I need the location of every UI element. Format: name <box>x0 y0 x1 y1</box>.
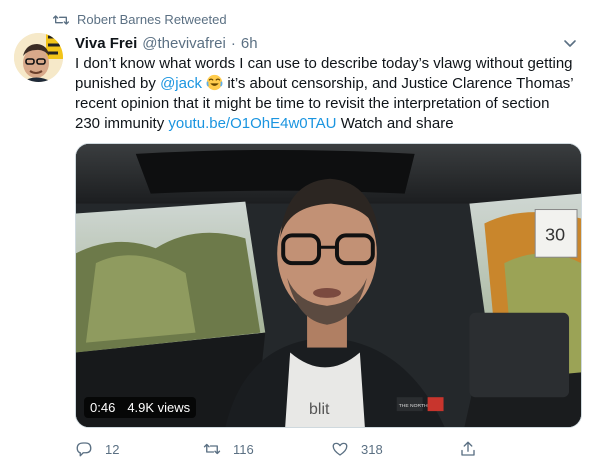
video-player[interactable]: 30 blit THE NORTH FACE 0:46 4.9K views <box>75 143 582 428</box>
chevron-down-icon[interactable] <box>562 35 578 51</box>
avatar-image <box>14 33 63 82</box>
video-thumbnail: 30 blit THE NORTH FACE <box>76 144 581 427</box>
tweet-line: punished by @jack it’s about censorship,… <box>75 74 587 94</box>
tweet-text-segment: 230 immunity <box>75 115 169 132</box>
share-button[interactable] <box>459 440 477 458</box>
retweet-icon <box>53 14 69 25</box>
separator-dot: · <box>230 34 236 52</box>
tweet-header: Viva Frei @thevivafrei · 6h <box>75 33 582 53</box>
reply-count: 12 <box>105 441 120 457</box>
video-views: 4.9K views <box>127 400 191 415</box>
heart-icon <box>332 442 348 456</box>
youtube-link[interactable]: youtu.be/O1OhE4w0TAU <box>168 115 336 132</box>
tweet-line: 230 immunity youtu.be/O1OhE4w0TAU Watch … <box>75 114 587 134</box>
like-button[interactable]: 318 <box>331 440 383 458</box>
retweet-icon <box>203 443 221 455</box>
retweet-button[interactable]: 116 <box>203 440 254 458</box>
tweet-text: I don’t know what words I can use to des… <box>75 54 587 134</box>
reply-button[interactable]: 12 <box>75 440 119 458</box>
author-name[interactable]: Viva Frei <box>75 35 137 52</box>
retweet-context[interactable]: Robert Barnes Retweeted <box>53 12 227 27</box>
mention-link[interactable]: @jack <box>160 75 202 92</box>
tweet-text-segment: it’s about censorship, and Justice Clare… <box>223 75 574 92</box>
tweet-timestamp[interactable]: 6h <box>241 35 258 52</box>
reply-icon <box>76 442 92 457</box>
share-icon <box>461 441 475 456</box>
avatar[interactable] <box>14 33 63 82</box>
tweet-line: I don’t know what words I can use to des… <box>75 55 573 72</box>
shirt-text: blit <box>309 401 330 418</box>
video-duration: 0:46 <box>90 400 116 415</box>
tweet-line: recent opinion that it might be time to … <box>75 95 550 112</box>
retweet-count: 116 <box>233 441 254 457</box>
laughing-emoji-icon <box>206 74 223 91</box>
speed-sign-number: 30 <box>545 224 565 244</box>
tweet-text-segment: Watch and share <box>336 115 454 132</box>
author-handle[interactable]: @thevivafrei <box>142 35 226 52</box>
video-stats: 0:46 4.9K views <box>84 397 197 418</box>
like-count: 318 <box>361 441 383 457</box>
retweet-context-text: Robert Barnes Retweeted <box>77 12 227 27</box>
tweet-actions: 12 116 318 <box>75 440 587 460</box>
tweet-text-segment: punished by <box>75 75 161 92</box>
